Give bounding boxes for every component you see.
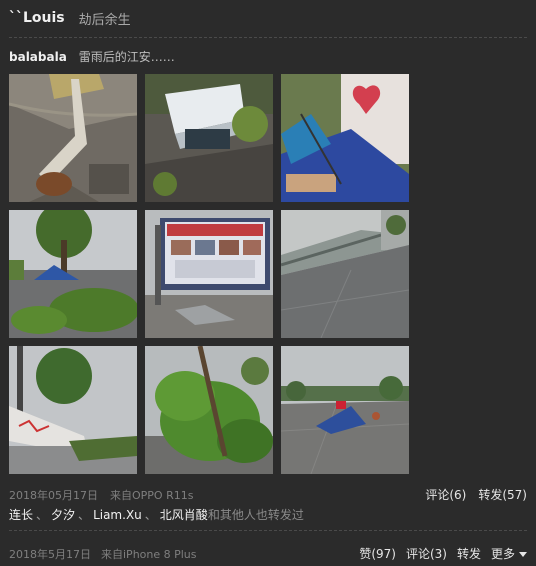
repost-forward-button[interactable]: 转发(57) <box>478 486 527 503</box>
repost-timestamp[interactable]: 2018年05月17日 <box>9 489 98 502</box>
repost-text: 雷雨后的江安…… <box>78 50 175 64</box>
divider <box>9 37 527 38</box>
separator: 、 <box>78 508 91 522</box>
reposter-name[interactable]: 连长 <box>9 508 33 522</box>
post-text: 劫后余生 <box>78 12 131 28</box>
reposter-name[interactable]: Liam.Xu <box>93 508 142 522</box>
photo-knocked-over-vending-box[interactable] <box>145 74 273 202</box>
photo-damaged-gate-sign[interactable] <box>9 346 137 474</box>
photo-fallen-tree-trunk[interactable] <box>9 74 137 202</box>
reposters-suffix: 和其他人也转发过 <box>207 508 304 522</box>
like-button[interactable]: 赞(97) <box>359 545 396 562</box>
repost-source: 来自OPPO R11s <box>110 489 194 502</box>
reposter-name[interactable]: 肖酸 <box>184 508 208 522</box>
photo-collapsed-umbrella-stall[interactable] <box>281 74 409 202</box>
post-source: 来自iPhone 8 Plus <box>101 548 197 561</box>
post-author-name[interactable]: ``Louis <box>9 10 65 26</box>
more-button[interactable]: 更多 <box>491 545 527 562</box>
photo-collapsed-canopy[interactable] <box>281 210 409 338</box>
post-meta: 2018年5月17日 来自iPhone 8 Plus <box>9 546 197 562</box>
repost-meta: 2018年05月17日 来自OPPO R11s <box>9 487 193 503</box>
comment-button[interactable]: 评论(3) <box>406 545 447 562</box>
chevron-down-icon <box>519 552 527 557</box>
forward-button[interactable]: 转发 <box>457 545 481 562</box>
photo-broken-tree-branches[interactable] <box>145 346 273 474</box>
repost-author-name[interactable]: balabala <box>9 50 67 64</box>
photo-street-fallen-tree-tent[interactable] <box>9 210 137 338</box>
repost-actions: 评论(6) 转发(57) <box>425 486 527 503</box>
divider <box>9 530 527 531</box>
repost-comment-button[interactable]: 评论(6) <box>425 486 466 503</box>
photo-grid <box>9 74 409 474</box>
post-header: ``Louis 劫后余生 <box>9 8 131 28</box>
reposters-line: 连长、夕汐、 Liam.Xu、北风肖酸和其他人也转发过 <box>9 506 304 523</box>
post-actions: 赞(97) 评论(3) 转发 更多 <box>359 545 527 562</box>
photo-bulletin-board-shattered-glass[interactable] <box>145 210 273 338</box>
reposter-name[interactable]: 夕汐 <box>51 508 75 522</box>
photo-debris-on-plaza[interactable] <box>281 346 409 474</box>
post-timestamp[interactable]: 2018年5月17日 <box>9 548 91 561</box>
separator: 、 <box>144 508 157 522</box>
separator: 、 <box>36 508 49 522</box>
reposter-name[interactable]: 北风 <box>160 508 184 522</box>
reposted-post-header: balabala 雷雨后的江安…… <box>9 48 175 65</box>
more-label: 更多 <box>490 547 515 561</box>
